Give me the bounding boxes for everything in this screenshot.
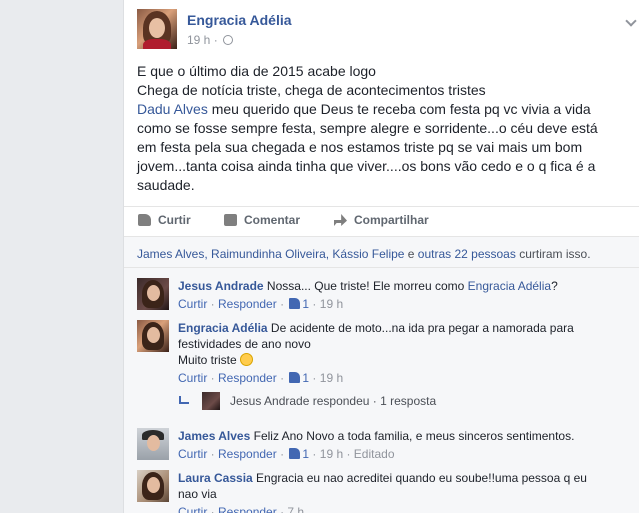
comment-button[interactable]: Comentar xyxy=(224,213,300,227)
avatar[interactable] xyxy=(137,278,169,310)
meta-separator: · xyxy=(213,33,218,47)
post-line: E que o último dia de 2015 acabe logo xyxy=(137,63,376,79)
comment-text-end: ? xyxy=(551,279,558,293)
post-actions: Curtir Comentar Compartilhar xyxy=(124,206,639,236)
comment-actions: Curtir · Responder · 1 · 19 h xyxy=(178,370,623,386)
mention-link[interactable]: Dadu Alves xyxy=(137,101,208,117)
comment-actions: Curtir · Responder · 1 · 19 h · Editado xyxy=(178,446,623,462)
edited-label[interactable]: Editado xyxy=(354,447,395,461)
post-header: Engracia Adélia 19 h · xyxy=(137,9,637,51)
separator: · xyxy=(369,394,381,408)
globe-icon[interactable] xyxy=(223,35,234,45)
comment-author[interactable]: Jesus Andrade xyxy=(178,279,264,293)
thumbs-up-icon xyxy=(138,214,151,226)
comment-like-button[interactable]: Curtir xyxy=(178,505,207,513)
post-line: saudade. xyxy=(137,177,195,193)
likes-and: e xyxy=(404,247,418,261)
likes-suffix: curtiram isso. xyxy=(515,247,591,261)
view-replies-link[interactable]: Jesus Andrade respondeu · 1 resposta xyxy=(179,392,599,412)
comment-like-button[interactable]: Curtir xyxy=(178,371,207,385)
post-line: em festa pela sua chegada e nos estamos … xyxy=(137,139,583,155)
chevron-down-icon[interactable] xyxy=(625,15,637,27)
avatar[interactable] xyxy=(137,470,169,502)
likers-names[interactable]: James Alves, Raimundinha Oliveira, Kássi… xyxy=(137,247,404,261)
mention-link[interactable]: Engracia Adélia xyxy=(468,279,551,293)
comment-like-button[interactable]: Curtir xyxy=(178,297,207,311)
reply-arrow-icon xyxy=(179,396,189,404)
comment-reply-button[interactable]: Responder xyxy=(218,505,277,513)
separator: · xyxy=(343,447,354,461)
likes-summary: James Alves, Raimundinha Oliveira, Kássi… xyxy=(137,247,591,261)
avatar[interactable] xyxy=(137,428,169,460)
comment-text-line: festividades de ano novo xyxy=(178,337,311,351)
comment-text: Feliz Ano Novo a toda familia, e meus si… xyxy=(250,429,575,443)
like-count-icon xyxy=(289,448,301,459)
likes-others-link[interactable]: outras 22 pessoas xyxy=(418,247,516,261)
comment-author[interactable]: James Alves xyxy=(178,429,250,443)
comments-section: James Alves, Raimundinha Oliveira, Kássi… xyxy=(124,236,639,513)
separator: · xyxy=(309,297,320,311)
comment-text: Engracia eu nao acreditei quando eu soub… xyxy=(252,471,587,485)
post-meta: 19 h · xyxy=(187,33,234,47)
comment-author[interactable]: Engracia Adélia xyxy=(178,321,268,335)
post-line: Dadu Alves meu querido que Deus te receb… xyxy=(137,100,617,119)
separator: · xyxy=(207,447,219,461)
author-name[interactable]: Engracia Adélia xyxy=(187,12,292,28)
crying-emoji-icon xyxy=(240,353,254,366)
separator: · xyxy=(309,371,320,385)
comment-text-line: nao via xyxy=(178,487,217,501)
comment-reply-button[interactable]: Responder xyxy=(218,447,277,461)
post-line: jovem...tanta coisa ainda tinha que vive… xyxy=(137,158,596,174)
comment-reply-button[interactable]: Responder xyxy=(218,371,277,385)
comment-like-button[interactable]: Curtir xyxy=(178,447,207,461)
post-line: Chega de notícia triste, chega de aconte… xyxy=(137,82,486,98)
post-time[interactable]: 19 h xyxy=(187,33,210,47)
post-card: Engracia Adélia 19 h · E que o último di… xyxy=(123,0,639,513)
separator: · xyxy=(276,447,288,461)
comment-actions: Curtir · Responder · 7 h xyxy=(178,504,623,513)
comment-reply-button[interactable]: Responder xyxy=(218,297,277,311)
like-label: Curtir xyxy=(158,213,191,227)
comment-text-line: Muito triste xyxy=(178,353,241,367)
separator: · xyxy=(207,297,219,311)
comment-text: Nossa... Que triste! Ele morreu como xyxy=(263,279,468,293)
comment-text: De acidente de moto...na ida pra pegar a… xyxy=(267,321,574,335)
comment-icon xyxy=(224,214,237,226)
share-button[interactable]: Compartilhar xyxy=(334,213,429,227)
author-avatar[interactable] xyxy=(137,9,177,49)
like-count-icon xyxy=(289,298,301,309)
post-text: E que o último dia de 2015 acabe logo Ch… xyxy=(137,62,617,195)
comment-actions: Curtir · Responder · 1 · 19 h xyxy=(178,296,623,312)
post-line: como se fosse sempre festa, sempre alegr… xyxy=(137,120,598,136)
comment-time[interactable]: 19 h xyxy=(320,297,343,311)
separator: · xyxy=(276,371,288,385)
like-button[interactable]: Curtir xyxy=(138,213,191,227)
separator: · xyxy=(207,371,219,385)
divider xyxy=(124,267,639,268)
share-icon xyxy=(334,214,347,226)
comment-time[interactable]: 7 h xyxy=(287,505,304,513)
comment-time[interactable]: 19 h xyxy=(320,447,343,461)
post-line-rest: meu querido que Deus te receba com festa… xyxy=(207,101,591,117)
comment-label: Comentar xyxy=(244,213,301,227)
comment-author[interactable]: Laura Cassia xyxy=(178,471,253,485)
separator: · xyxy=(207,505,219,513)
separator: · xyxy=(276,297,288,311)
like-count-icon xyxy=(289,372,301,383)
comment-time[interactable]: 19 h xyxy=(320,371,343,385)
avatar xyxy=(202,392,220,410)
share-label: Compartilhar xyxy=(354,213,429,227)
avatar[interactable] xyxy=(137,320,169,352)
separator: · xyxy=(276,505,288,513)
reply-count: 1 resposta xyxy=(380,394,437,408)
separator: · xyxy=(309,447,320,461)
replies-author-text: Jesus Andrade respondeu xyxy=(230,394,370,408)
